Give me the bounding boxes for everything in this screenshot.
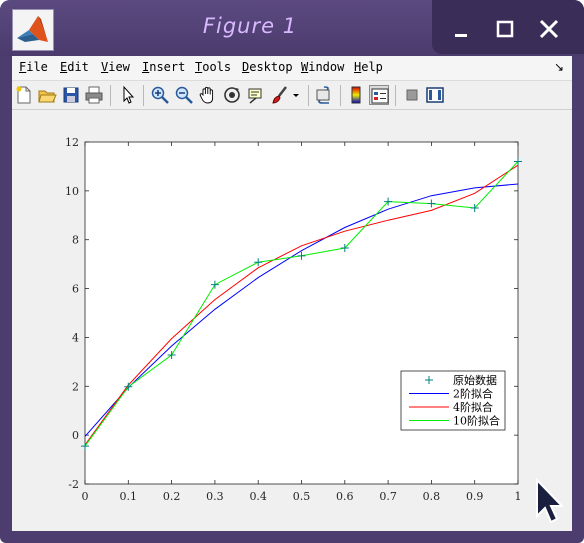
y-tick-label: 6 (72, 283, 79, 296)
y-tick-label: 2 (72, 380, 79, 393)
legend-label: 4阶拟合 (453, 400, 493, 414)
x-tick-label: 0.8 (423, 490, 441, 503)
y-tick-label: 10 (65, 185, 79, 198)
axes-box[interactable] (84, 141, 519, 485)
legend-label: 原始数据 (453, 373, 497, 387)
plot-canvas[interactable]: 0 0.1 0.2 0.3 0.4 0.5 0.6 0.7 0.8 0.9 1 -202468101… (0, 0, 584, 543)
x-tick-label: 0.2 (163, 490, 181, 503)
y-tick-label: 12 (65, 136, 79, 149)
x-tick-label: 0.9 (466, 490, 484, 503)
x-tick-label: 0.7 (379, 490, 397, 503)
y-tick-label: 0 (72, 429, 79, 442)
mouse-cursor-icon (536, 478, 564, 524)
legend-label: 2阶拟合 (453, 387, 493, 401)
figure-window: Figure 1 File Edit View Insert Tools Des… (0, 0, 584, 543)
x-tick-label: 0.3 (206, 490, 224, 503)
x-tick-label: 0.6 (336, 490, 354, 503)
x-tick-label: 0 (82, 490, 89, 503)
y-tick-label: 8 (72, 234, 79, 247)
x-tick-label: 0.4 (249, 490, 267, 503)
x-tick-label: 1 (515, 490, 522, 503)
y-tick-label: -2 (68, 478, 79, 491)
legend[interactable]: 原始数据2阶拟合4阶拟合10阶拟合 (400, 370, 506, 431)
x-tick-label: 0.1 (120, 490, 138, 503)
legend-label: 10阶拟合 (453, 414, 500, 428)
x-tick-label: 0.5 (293, 490, 311, 503)
y-tick-label: 4 (72, 331, 79, 344)
